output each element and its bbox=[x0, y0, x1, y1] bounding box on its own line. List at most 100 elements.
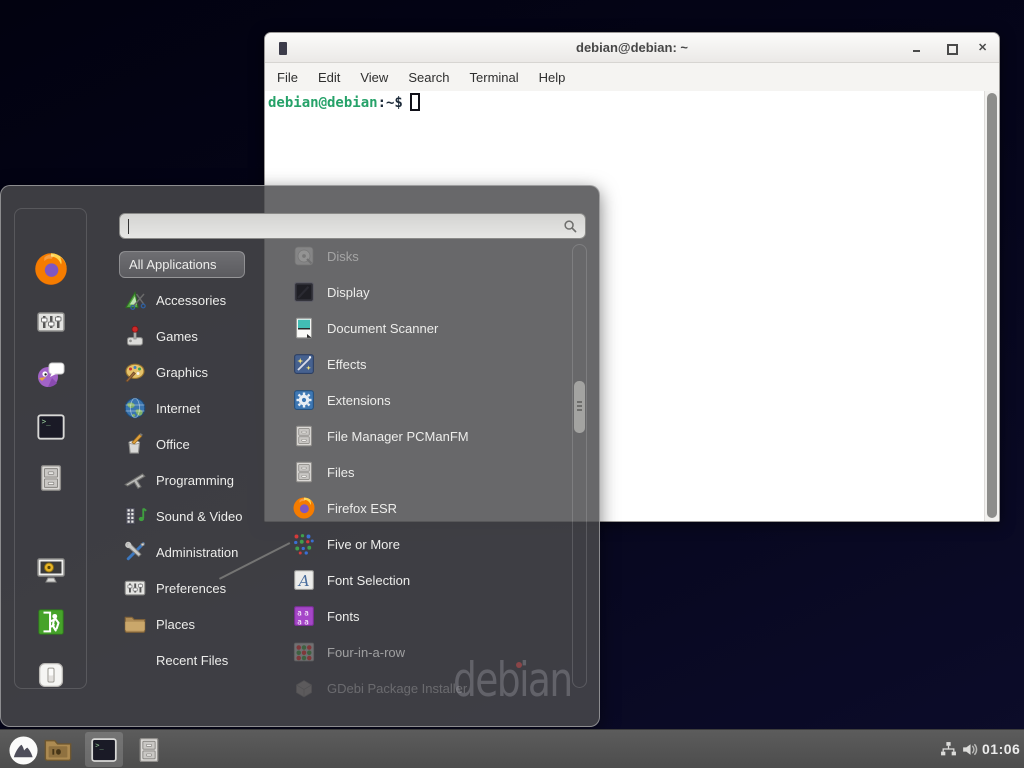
category-label: Programming bbox=[156, 473, 234, 488]
all-applications-label: All Applications bbox=[129, 257, 216, 272]
app-item-five-or-more[interactable]: Five or More bbox=[284, 526, 572, 562]
favorite-pidgin-button[interactable] bbox=[31, 355, 71, 395]
category-all-applications[interactable]: All Applications bbox=[119, 251, 245, 278]
category-label: Administration bbox=[156, 545, 238, 560]
app-item-files[interactable]: Files bbox=[284, 454, 572, 490]
network-tray-icon[interactable] bbox=[940, 741, 957, 758]
app-item-label: Five or More bbox=[327, 537, 400, 552]
application-menu: >_ All Applications Accessories Games Grap… bbox=[0, 185, 600, 727]
office-icon bbox=[123, 432, 147, 456]
category-internet[interactable]: Internet bbox=[119, 390, 269, 426]
font-selection-icon: A bbox=[292, 568, 316, 592]
category-recent-files[interactable]: Recent Files bbox=[119, 642, 269, 678]
terminal-menubar: FileEditViewSearchTerminalHelp bbox=[265, 63, 999, 91]
terminal-prompt: debian@debian:~$ bbox=[268, 93, 420, 111]
app-item-extensions[interactable]: Extensions bbox=[284, 382, 572, 418]
taskbar-terminal-button[interactable]: >_ bbox=[85, 732, 123, 767]
gdebi-icon bbox=[292, 676, 316, 700]
category-preferences[interactable]: Preferences bbox=[119, 570, 269, 606]
taskbar-clock[interactable]: 01:06 bbox=[982, 741, 1020, 757]
category-office[interactable]: Office bbox=[119, 426, 269, 462]
control-panel-icon bbox=[35, 306, 67, 338]
firefox-icon bbox=[33, 251, 69, 287]
internet-icon bbox=[123, 396, 147, 420]
category-accessories[interactable]: Accessories bbox=[119, 282, 269, 318]
svg-text:A: A bbox=[297, 572, 310, 590]
favorite-lock-screen-button[interactable] bbox=[31, 550, 71, 590]
app-item-gdebi-package-installer[interactable]: GDebi Package Installer bbox=[284, 670, 572, 706]
lock-screen-icon bbox=[35, 554, 67, 586]
app-item-disks[interactable]: Disks bbox=[284, 238, 572, 274]
desktop: { "desktop": { "watermark": "debian" }, … bbox=[0, 0, 1024, 768]
favorite-firefox-button[interactable] bbox=[31, 249, 71, 289]
application-list: DisksDisplayDocument Scanner Effects Exten… bbox=[284, 238, 572, 706]
menu-search-input[interactable] bbox=[130, 216, 550, 236]
svg-text:a a: a a bbox=[297, 608, 309, 617]
app-item-effects[interactable]: Effects bbox=[284, 346, 572, 382]
menu-logo-icon bbox=[8, 735, 39, 766]
terminal-titlebar[interactable]: debian@debian: ~ bbox=[265, 33, 999, 63]
terminal-menu-view[interactable]: View bbox=[350, 66, 398, 89]
minimize-button[interactable] bbox=[910, 41, 924, 55]
taskbar-menu-button[interactable] bbox=[7, 734, 39, 766]
favorite-logout-button[interactable] bbox=[31, 602, 71, 642]
category-label: Recent Files bbox=[156, 653, 228, 668]
terminal-scrollbar-thumb[interactable] bbox=[987, 93, 997, 518]
accessories-icon bbox=[123, 288, 147, 312]
maximize-button[interactable] bbox=[944, 41, 958, 55]
volume-tray-icon[interactable] bbox=[961, 741, 978, 758]
favorite-terminal-button[interactable]: >_ bbox=[31, 407, 71, 447]
terminal-scrollbar[interactable] bbox=[984, 91, 999, 521]
sound-video-icon bbox=[123, 504, 147, 528]
app-item-label: Four-in-a-row bbox=[327, 645, 405, 660]
category-label: Graphics bbox=[156, 365, 208, 380]
category-label: Office bbox=[156, 437, 190, 452]
category-sound-video[interactable]: Sound & Video bbox=[119, 498, 269, 534]
app-item-four-in-a-row[interactable]: Four-in-a-row bbox=[284, 634, 572, 670]
app-item-firefox-esr[interactable]: Firefox ESR bbox=[284, 490, 572, 526]
close-button[interactable] bbox=[976, 41, 990, 55]
category-label: Places bbox=[156, 617, 195, 632]
app-item-label: Fonts bbox=[327, 609, 360, 624]
svg-text:>_: >_ bbox=[95, 741, 104, 749]
terminal-icon: >_ bbox=[36, 412, 66, 442]
app-item-document-scanner[interactable]: Document Scanner bbox=[284, 310, 572, 346]
category-programming[interactable]: Programming bbox=[119, 462, 269, 498]
favorite-shutdown-button[interactable] bbox=[31, 655, 71, 695]
category-label: Accessories bbox=[156, 293, 226, 308]
favorite-control-center-button[interactable] bbox=[31, 302, 71, 342]
terminal-menu-terminal[interactable]: Terminal bbox=[460, 66, 529, 89]
five-or-more-icon bbox=[292, 532, 316, 556]
spacer bbox=[123, 648, 147, 672]
category-graphics[interactable]: Graphics bbox=[119, 354, 269, 390]
games-icon bbox=[123, 324, 147, 348]
terminal-menu-edit[interactable]: Edit bbox=[308, 66, 350, 89]
file-cabinet-icon bbox=[135, 736, 163, 764]
effects-icon bbox=[292, 352, 316, 376]
favorites-sidebar: >_ bbox=[14, 208, 87, 689]
menu-search-bar[interactable] bbox=[119, 213, 586, 239]
app-item-label: Effects bbox=[327, 357, 367, 372]
pidgin-icon bbox=[35, 359, 67, 391]
apps-scrollbar[interactable] bbox=[572, 244, 587, 688]
places-icon bbox=[123, 612, 147, 636]
terminal-menu-search[interactable]: Search bbox=[398, 66, 459, 89]
graphics-icon bbox=[123, 360, 147, 384]
category-games[interactable]: Games bbox=[119, 318, 269, 354]
app-item-display[interactable]: Display bbox=[284, 274, 572, 310]
app-item-label: Firefox ESR bbox=[327, 501, 397, 516]
prompt-user: debian@debian bbox=[268, 95, 378, 111]
app-item-label: Files bbox=[327, 465, 354, 480]
file-cabinet-icon bbox=[292, 460, 316, 484]
taskbar-files-launcher[interactable] bbox=[133, 734, 165, 766]
favorite-file-manager-button[interactable] bbox=[31, 458, 71, 498]
category-places[interactable]: Places bbox=[119, 606, 269, 642]
terminal-menu-file[interactable]: File bbox=[267, 66, 308, 89]
apps-scrollbar-thumb[interactable] bbox=[574, 381, 585, 433]
terminal-menu-help[interactable]: Help bbox=[529, 66, 576, 89]
app-item-font-selection[interactable]: AFont Selection bbox=[284, 562, 572, 598]
app-item-fonts[interactable]: a aa aFonts bbox=[284, 598, 572, 634]
taskbar-file-manager-launcher[interactable] bbox=[42, 734, 74, 766]
app-item-label: GDebi Package Installer bbox=[327, 681, 467, 696]
app-item-file-manager-pcmanfm[interactable]: File Manager PCManFM bbox=[284, 418, 572, 454]
